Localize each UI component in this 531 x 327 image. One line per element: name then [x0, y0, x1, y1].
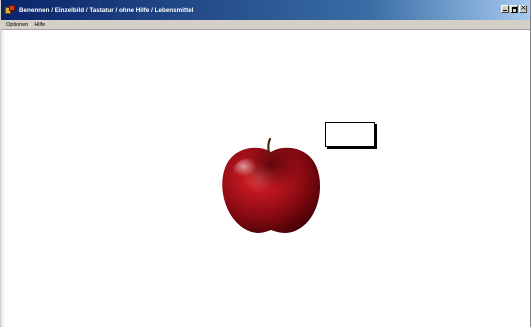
minimize-button[interactable]	[501, 5, 509, 13]
menu-item-optionen[interactable]: Optionen	[6, 22, 28, 28]
window-title: Benennen / Einzelbild / Tastatur / ohne …	[19, 6, 194, 14]
app-window: Benennen / Einzelbild / Tastatur / ohne …	[0, 0, 531, 327]
menu-bar: Optionen Hilfe	[1, 20, 530, 30]
menu-item-hilfe[interactable]: Hilfe	[34, 22, 45, 28]
close-button[interactable]	[519, 3, 527, 13]
apple-image	[222, 138, 321, 233]
answer-input[interactable]	[325, 122, 375, 147]
app-icon	[5, 4, 16, 16]
content-left-edge	[1, 30, 5, 327]
title-bar[interactable]: Benennen / Einzelbild / Tastatur / ohne …	[1, 0, 530, 20]
window-controls	[500, 3, 527, 13]
maximize-button[interactable]	[510, 5, 518, 13]
